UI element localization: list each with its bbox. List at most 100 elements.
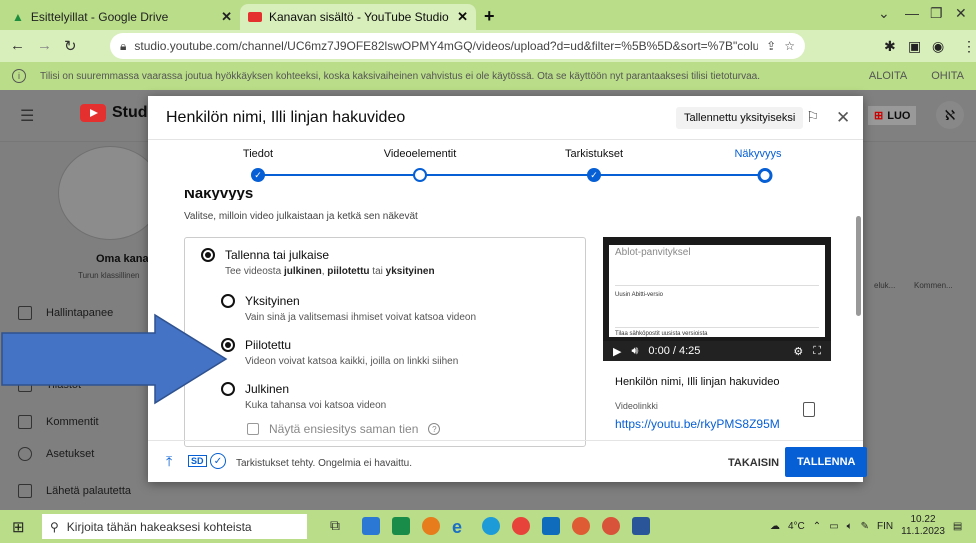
slide-text-block [615,298,819,328]
chevron-up-icon[interactable]: ⌃ [813,521,821,532]
upload-stepper: Tiedot Videoelementit Tarkistukset Näkyv… [148,140,863,190]
option-public[interactable]: Julkinen Kuka tahansa voi katsoa videon [221,382,386,411]
report-issue-icon[interactable]: ⚐ [806,108,819,126]
pen-icon[interactable]: ✎ [861,521,869,532]
save-or-publish-option[interactable]: Tallenna tai julkaise Tee videosta julki… [201,248,435,277]
new-tab-icon[interactable]: + [484,6,495,27]
close-window-icon[interactable]: ✕ [955,5,967,22]
chrome-profile-icon[interactable] [602,517,620,535]
extension-icon[interactable]: ✱ [884,38,896,55]
windows-start-icon[interactable]: ⊞ [12,518,25,536]
option-unlisted[interactable]: Piilotettu Videon voivat katsoa kaikki, … [221,338,458,367]
notifications-icon[interactable]: ▤ [953,521,962,532]
close-tab-icon[interactable]: ✕ [221,9,232,25]
dialog-header: Henkilön nimi, Illi linjan hakuvideo Tal… [148,96,863,140]
gear-icon [18,447,32,461]
tab-search-icon[interactable]: ⌄ [878,5,890,22]
radio-button-selected[interactable] [201,248,215,262]
search-placeholder: Kirjoita tähän hakeaksesi kohteista [66,519,252,534]
saved-status-badge: Tallennettu yksityiseksi [676,107,804,129]
column-header: Kommen... [914,281,953,290]
chrome-icon[interactable] [512,517,530,535]
step-label-visibility[interactable]: Näkyvyys [734,148,781,160]
internet-explorer-icon[interactable]: e [452,517,470,537]
dialog-scrollbar[interactable] [856,216,861,316]
fullscreen-icon[interactable]: ⛶ [813,345,821,358]
back-button[interactable]: TAKAISIN [718,449,789,477]
start-button[interactable]: ALOITA [869,70,907,82]
sidepanel-icon[interactable]: ▣ [908,38,921,55]
step-current-dot[interactable] [757,168,773,183]
url-text: studio.youtube.com/channel/UC6mz7J9OFE82… [134,39,759,53]
save-button[interactable]: TALLENNA [785,447,868,477]
premiere-label: Näytä ensiesitys saman tien [269,422,419,436]
weather-temp: 4°C [788,520,805,532]
reload-icon[interactable]: ↻ [64,37,77,55]
tab-google-drive[interactable]: ▲ Esittelyillat - Google Drive ✕ [4,4,240,30]
video-preview[interactable]: Ablot-panvityksel Uusin Abitti-versio Ti… [603,237,831,361]
close-icon[interactable]: ✕ [836,108,850,128]
visibility-options: Tallenna tai julkaise Tee videosta julki… [184,237,586,447]
channel-avatar[interactable] [58,146,162,240]
network-icon[interactable]: ▭ [829,521,838,532]
step-pending-dot[interactable] [413,168,427,182]
url-input[interactable]: 🔒︎ studio.youtube.com/channel/UC6mz7J9OF… [110,33,805,59]
radio-button[interactable] [221,294,235,308]
step-done-check-icon[interactable]: ✓ [587,168,601,182]
upload-dialog: Henkilön nimi, Illi linjan hakuvideo Tal… [148,96,868,482]
sd-badge: SD [188,455,207,467]
create-label: LUO [887,109,911,122]
add-video-icon: ⊞ [874,110,884,122]
premiere-checkbox[interactable] [247,423,259,435]
volume-icon[interactable]: 🔈︎ [847,521,853,532]
outlook-icon[interactable] [542,517,560,535]
option-title: Julkinen [245,382,290,396]
studio-logo[interactable]: Studi [80,104,152,122]
step-label-elements[interactable]: Videoelementit [384,148,457,160]
help-icon[interactable]: ? [428,423,441,435]
close-tab-icon[interactable]: ✕ [457,9,468,25]
step-label-details[interactable]: Tiedot [243,148,273,160]
maximize-icon[interactable]: ❐ [930,5,943,22]
create-button[interactable]: ⊞ LUO [868,106,917,125]
profile-avatar[interactable]: ◉ [932,38,944,55]
video-link[interactable]: https://youtu.be/rkyPMS8Z95M [615,417,780,431]
comments-icon [18,415,32,429]
sidebar-item-comments[interactable]: Kommentit [18,415,99,429]
taskbar-search[interactable]: ⚲ Kirjoita tähän hakeaksesi kohteista [42,514,307,539]
sidebar-label: Kommentit [46,416,99,428]
menu-kebab-icon[interactable]: ⋮ [962,38,976,55]
taskbar-clock[interactable]: 10.22 11.1.2023 [901,514,945,538]
tab-youtube-studio[interactable]: Kanavan sisältö - YouTube Studio ✕ [240,4,476,30]
skip-button[interactable]: OHITA [931,70,964,82]
step-done-check-icon[interactable]: ✓ [251,168,265,182]
task-view-icon[interactable]: ⧉ [330,517,348,535]
edge-icon[interactable] [482,517,500,535]
option-title: Piilotettu [245,338,292,352]
sidebar-item-feedback[interactable]: Lähetä palautetta [18,484,131,498]
file-explorer-icon[interactable] [362,517,380,535]
channel-subtitle: Turun klassillinen [78,271,140,280]
store-icon[interactable] [392,517,410,535]
word-icon[interactable] [632,517,650,535]
language-indicator[interactable]: FIN [877,521,893,532]
step-label-checks[interactable]: Tarkistukset [565,148,623,160]
forward-arrow-icon[interactable]: → [37,37,52,54]
share-icon[interactable]: ⇪ [766,39,776,53]
hamburger-menu-icon[interactable]: ☰ [20,106,34,126]
sidebar-item-settings[interactable]: Asetukset [18,447,94,461]
option-private[interactable]: Yksityinen Vain sinä ja valitsemasi ihmi… [221,294,476,323]
account-avatar[interactable]: ℵ [936,101,964,129]
premiere-option[interactable]: Näytä ensiesitys saman tien ? [247,422,441,436]
back-arrow-icon[interactable]: ← [10,37,25,54]
minimize-icon[interactable]: — [905,5,919,21]
firefox-icon[interactable] [422,517,440,535]
play-icon[interactable]: ▶ [613,345,621,358]
copy-icon[interactable] [803,402,815,417]
option-description: Vain sinä ja valitsemasi ihmiset voivat … [245,312,477,323]
gear-icon[interactable]: ⚙ [793,345,803,358]
volume-icon[interactable]: 🔊︎ [631,345,638,358]
bookmark-star-icon[interactable]: ☆ [784,39,795,53]
tab-label: Kanavan sisältö - YouTube Studio [269,10,449,24]
chrome-profile-icon[interactable] [572,517,590,535]
